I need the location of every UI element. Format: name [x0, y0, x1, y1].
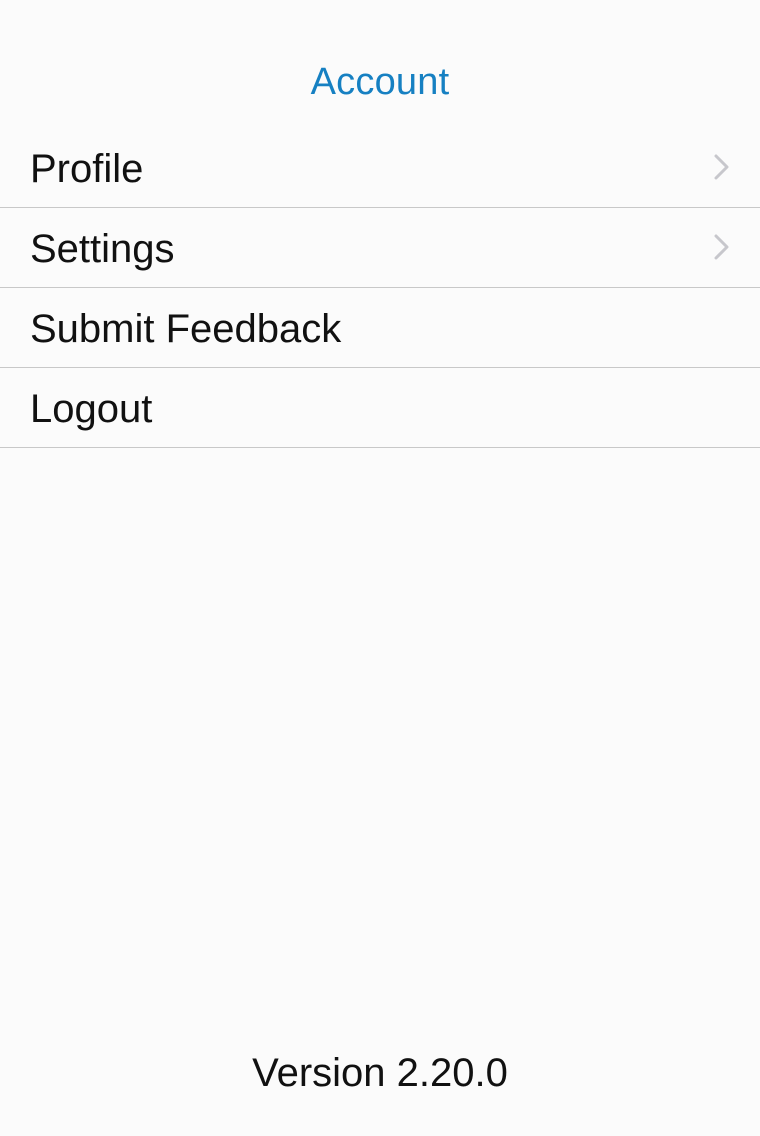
version-label: Version 2.20.0 — [252, 1051, 508, 1095]
menu-item-label: Logout — [30, 387, 153, 431]
chevron-right-icon — [710, 232, 734, 262]
page-title: Account — [310, 61, 450, 103]
account-menu-list: Profile Settings Submit Feedback Logout — [0, 128, 760, 448]
menu-item-label: Submit Feedback — [30, 307, 342, 351]
menu-item-settings[interactable]: Settings — [0, 208, 760, 288]
account-screen: Account Profile Settings Submit Feedback… — [0, 0, 760, 1136]
menu-item-submit-feedback[interactable]: Submit Feedback — [0, 288, 760, 368]
menu-item-label: Profile — [30, 147, 144, 191]
menu-item-profile[interactable]: Profile — [0, 128, 760, 208]
menu-item-logout[interactable]: Logout — [0, 368, 760, 448]
menu-item-label: Settings — [30, 227, 175, 271]
chevron-right-icon — [710, 152, 734, 182]
